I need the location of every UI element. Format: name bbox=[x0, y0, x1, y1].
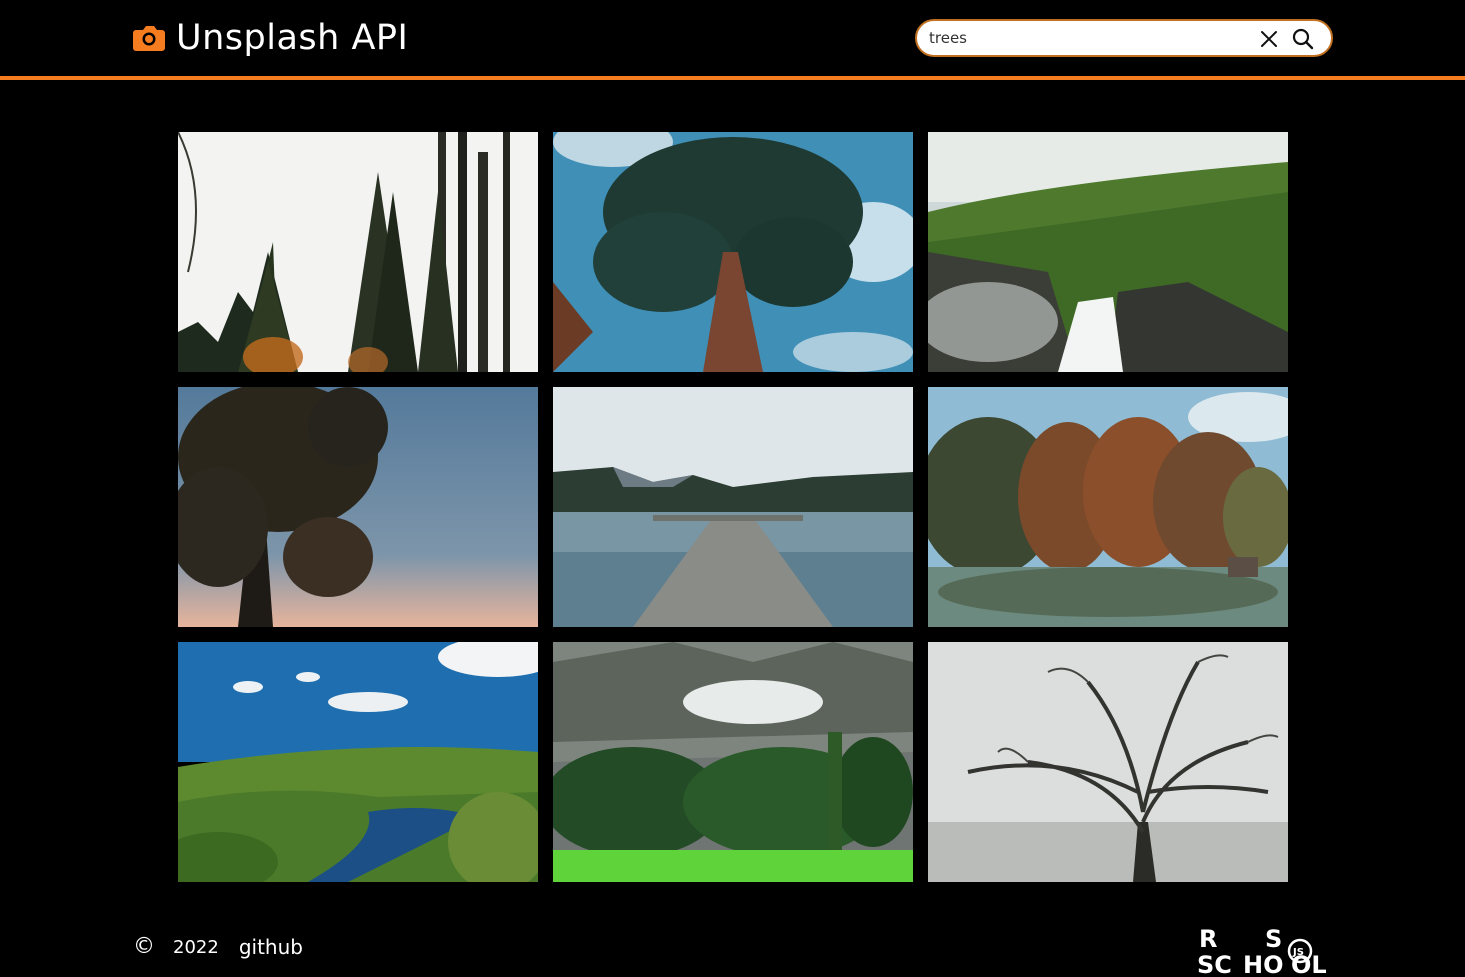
footer: © 2022 github R S JS SC HO OL bbox=[0, 915, 1465, 977]
photo-image bbox=[928, 132, 1288, 372]
rs-school-logo[interactable]: R S JS SC HO OL bbox=[1197, 923, 1337, 975]
logo-text: HO bbox=[1243, 951, 1284, 975]
search-icon[interactable] bbox=[1290, 26, 1316, 52]
gallery-photo[interactable] bbox=[178, 132, 538, 372]
copyright-icon: © bbox=[133, 934, 155, 959]
photo-image bbox=[553, 642, 913, 882]
close-icon[interactable] bbox=[1257, 27, 1281, 51]
photo-gallery bbox=[178, 132, 1288, 882]
photo-image bbox=[178, 387, 538, 627]
photo-image bbox=[928, 387, 1288, 627]
gallery-photo[interactable] bbox=[553, 387, 913, 627]
logo-text: OL bbox=[1291, 951, 1327, 975]
photo-image bbox=[178, 132, 538, 372]
photo-image bbox=[553, 387, 913, 627]
header: Unsplash API bbox=[0, 0, 1465, 80]
gallery-photo[interactable] bbox=[553, 132, 913, 372]
gallery-photo[interactable] bbox=[178, 642, 538, 882]
gallery-photo[interactable] bbox=[178, 387, 538, 627]
gallery-photo[interactable] bbox=[928, 642, 1288, 882]
logo-text: SC bbox=[1197, 951, 1232, 975]
gallery-photo[interactable] bbox=[928, 387, 1288, 627]
photo-image bbox=[928, 642, 1288, 882]
copyright: © 2022 github bbox=[133, 934, 303, 960]
github-link[interactable]: github bbox=[239, 935, 303, 959]
photo-image bbox=[553, 132, 913, 372]
brand: Unsplash API bbox=[132, 14, 408, 62]
search-bar bbox=[915, 19, 1333, 57]
search-input[interactable] bbox=[929, 25, 1249, 51]
copyright-year: 2022 bbox=[173, 936, 219, 958]
logo-text: R bbox=[1199, 925, 1217, 953]
camera-icon bbox=[133, 26, 165, 51]
logo-text: S bbox=[1265, 925, 1282, 953]
gallery-photo[interactable] bbox=[928, 132, 1288, 372]
app-title: Unsplash API bbox=[176, 18, 409, 58]
gallery-photo[interactable] bbox=[553, 642, 913, 882]
photo-image bbox=[178, 642, 538, 882]
